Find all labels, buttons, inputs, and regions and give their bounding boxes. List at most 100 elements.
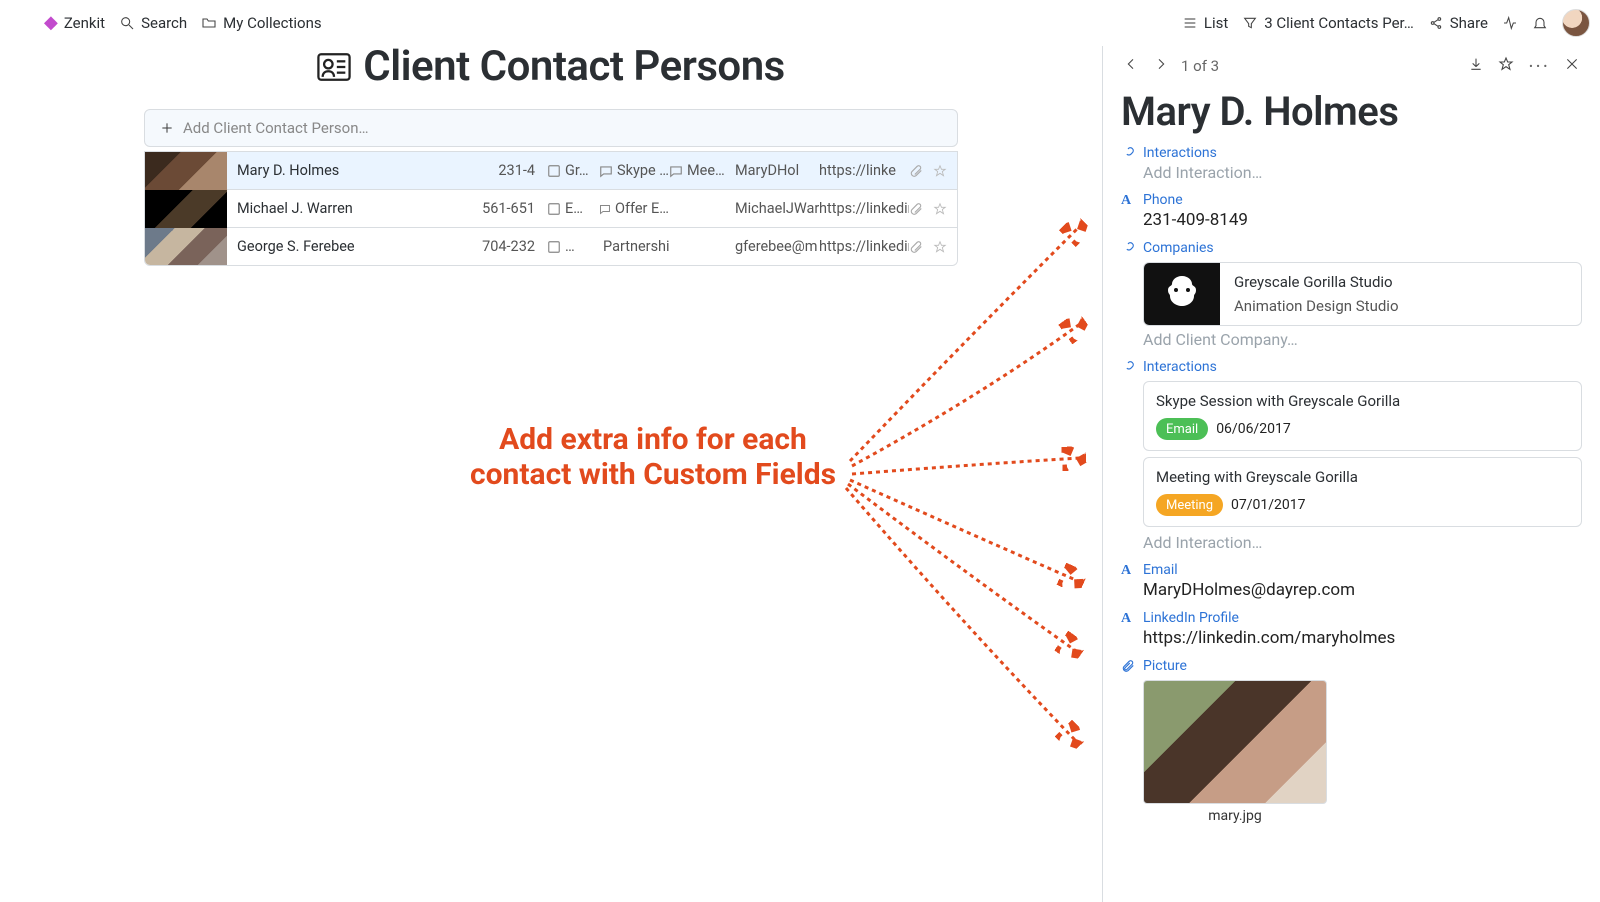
star-icon bbox=[1498, 56, 1514, 72]
row-company: … bbox=[535, 238, 589, 255]
download-button[interactable] bbox=[1466, 54, 1486, 78]
add-interaction-input[interactable]: Add Interaction… bbox=[1143, 163, 1582, 182]
topbar: ◆ Zenkit Search My Collections List 3 Cl… bbox=[0, 0, 1600, 46]
text-field-icon: A bbox=[1121, 611, 1135, 625]
link-icon bbox=[1121, 146, 1135, 160]
row-company: Gr… bbox=[535, 162, 589, 179]
linkedin-value[interactable]: https://linkedin.com/maryholmes bbox=[1143, 628, 1582, 648]
field-label-interactions: Interactions bbox=[1143, 145, 1217, 161]
row-phone: 231-4 bbox=[477, 162, 535, 179]
prev-item-button[interactable] bbox=[1121, 54, 1141, 78]
chevron-left-icon bbox=[1123, 56, 1139, 72]
company-thumb bbox=[1144, 263, 1220, 325]
folder-icon bbox=[201, 15, 217, 31]
app-name: Zenkit bbox=[64, 14, 105, 32]
row-email: MichaelJWarren bbox=[729, 200, 819, 217]
field-label-email: Email bbox=[1143, 562, 1178, 578]
row-name: Mary D. Holmes bbox=[227, 162, 477, 179]
contacts-icon bbox=[317, 52, 351, 82]
text-field-icon: A bbox=[1121, 563, 1135, 577]
main-area: Client Contact Persons Add Client Contac… bbox=[0, 46, 1102, 902]
add-company-input[interactable]: Add Client Company… bbox=[1143, 330, 1582, 349]
link-icon bbox=[1121, 241, 1135, 255]
collections-link[interactable]: My Collections bbox=[201, 14, 321, 32]
plus-icon bbox=[159, 120, 175, 136]
interaction-date: 06/06/2017 bbox=[1216, 421, 1291, 437]
row-thumb bbox=[145, 152, 227, 190]
star-icon[interactable] bbox=[933, 202, 947, 216]
row-phone: 704-232 bbox=[477, 238, 535, 255]
row-url: https://linkedin bbox=[819, 238, 909, 255]
row-interaction: Skype … bbox=[589, 162, 669, 179]
share-icon bbox=[1428, 15, 1444, 31]
page-title: Client Contact Persons bbox=[363, 42, 785, 91]
field-label-phone: Phone bbox=[1143, 192, 1183, 208]
star-icon[interactable] bbox=[933, 164, 947, 178]
list-icon bbox=[1182, 15, 1198, 31]
email-value[interactable]: MaryDHolmes@dayrep.com bbox=[1143, 580, 1582, 600]
row-email: MaryDHol bbox=[729, 162, 819, 179]
attachment-icon bbox=[909, 164, 923, 178]
table-row[interactable]: Mary D. Holmes231-4Gr…Skype …Mee…MaryDHo… bbox=[145, 151, 957, 189]
interaction-tag: Meeting bbox=[1156, 494, 1223, 516]
filter-button[interactable]: 3 Client Contacts Per… bbox=[1242, 14, 1414, 32]
phone-value[interactable]: 231-409-8149 bbox=[1143, 210, 1582, 230]
activity-button[interactable] bbox=[1502, 15, 1518, 31]
row-name: Michael J. Warren bbox=[227, 200, 477, 217]
row-interaction: Offer E… bbox=[589, 200, 669, 217]
row-phone: 561-651 bbox=[477, 200, 535, 217]
notifications-button[interactable] bbox=[1532, 15, 1548, 31]
company-card[interactable]: Greyscale Gorilla Studio Animation Desig… bbox=[1143, 262, 1582, 326]
search-button[interactable]: Search bbox=[119, 14, 187, 32]
interaction-title: Skype Session with Greyscale Gorilla bbox=[1156, 392, 1569, 410]
interaction-title: Meeting with Greyscale Gorilla bbox=[1156, 468, 1569, 486]
field-label-interactions2: Interactions bbox=[1143, 359, 1217, 375]
search-label: Search bbox=[141, 14, 187, 32]
search-icon bbox=[119, 15, 135, 31]
field-label-linkedin: LinkedIn Profile bbox=[1143, 610, 1239, 626]
add-placeholder: Add Client Contact Person… bbox=[183, 119, 369, 137]
share-button[interactable]: Share bbox=[1428, 14, 1488, 32]
add-interaction-input2[interactable]: Add Interaction… bbox=[1143, 533, 1582, 552]
contacts-list: Add Client Contact Person… Mary D. Holme… bbox=[144, 109, 958, 266]
link-icon bbox=[1121, 360, 1135, 374]
close-icon bbox=[1564, 56, 1580, 72]
view-label: List bbox=[1204, 14, 1228, 32]
add-contact-input[interactable]: Add Client Contact Person… bbox=[144, 109, 958, 147]
activity-icon bbox=[1502, 15, 1518, 31]
row-thumb bbox=[145, 228, 227, 266]
interaction-card[interactable]: Skype Session with Greyscale Gorilla Ema… bbox=[1143, 381, 1582, 451]
gorilla-icon bbox=[1158, 270, 1206, 318]
table-row[interactable]: Michael J. Warren561-651E…Offer E…Michae… bbox=[145, 189, 957, 227]
close-panel-button[interactable] bbox=[1562, 54, 1582, 78]
interaction-card[interactable]: Meeting with Greyscale Gorilla Meeting 0… bbox=[1143, 457, 1582, 527]
panel-toolbar: 1 of 3 ··· bbox=[1121, 50, 1582, 82]
more-button[interactable]: ··· bbox=[1526, 52, 1552, 80]
row-thumb bbox=[145, 190, 227, 228]
row-interaction: Partnership … bbox=[589, 238, 669, 255]
field-label-picture: Picture bbox=[1143, 658, 1187, 674]
row-name: George S. Ferebee bbox=[227, 238, 477, 255]
table-row[interactable]: George S. Ferebee704-232…Partnership …gf… bbox=[145, 227, 957, 265]
pager-text: 1 of 3 bbox=[1181, 57, 1219, 75]
filter-label: 3 Client Contacts Per… bbox=[1264, 14, 1414, 32]
field-label-companies: Companies bbox=[1143, 240, 1214, 256]
collections-label: My Collections bbox=[223, 14, 321, 32]
star-icon[interactable] bbox=[933, 240, 947, 254]
view-switcher[interactable]: List bbox=[1182, 14, 1228, 32]
next-item-button[interactable] bbox=[1151, 54, 1171, 78]
menu-button[interactable] bbox=[10, 16, 30, 30]
attachment-icon bbox=[1121, 659, 1135, 673]
interaction-date: 07/01/2017 bbox=[1231, 497, 1306, 513]
picture-thumb[interactable] bbox=[1143, 680, 1327, 804]
row-url: https://linkedin bbox=[819, 200, 909, 217]
share-label: Share bbox=[1450, 14, 1488, 32]
row-interaction2: Mee… bbox=[669, 162, 729, 179]
row-url: https://linke bbox=[819, 162, 909, 179]
app-home[interactable]: ◆ Zenkit bbox=[44, 12, 105, 33]
attachment-icon bbox=[909, 202, 923, 216]
detail-title: Mary D. Holmes bbox=[1121, 88, 1582, 135]
download-icon bbox=[1468, 56, 1484, 72]
user-avatar[interactable] bbox=[1562, 9, 1590, 37]
favorite-button[interactable] bbox=[1496, 54, 1516, 78]
